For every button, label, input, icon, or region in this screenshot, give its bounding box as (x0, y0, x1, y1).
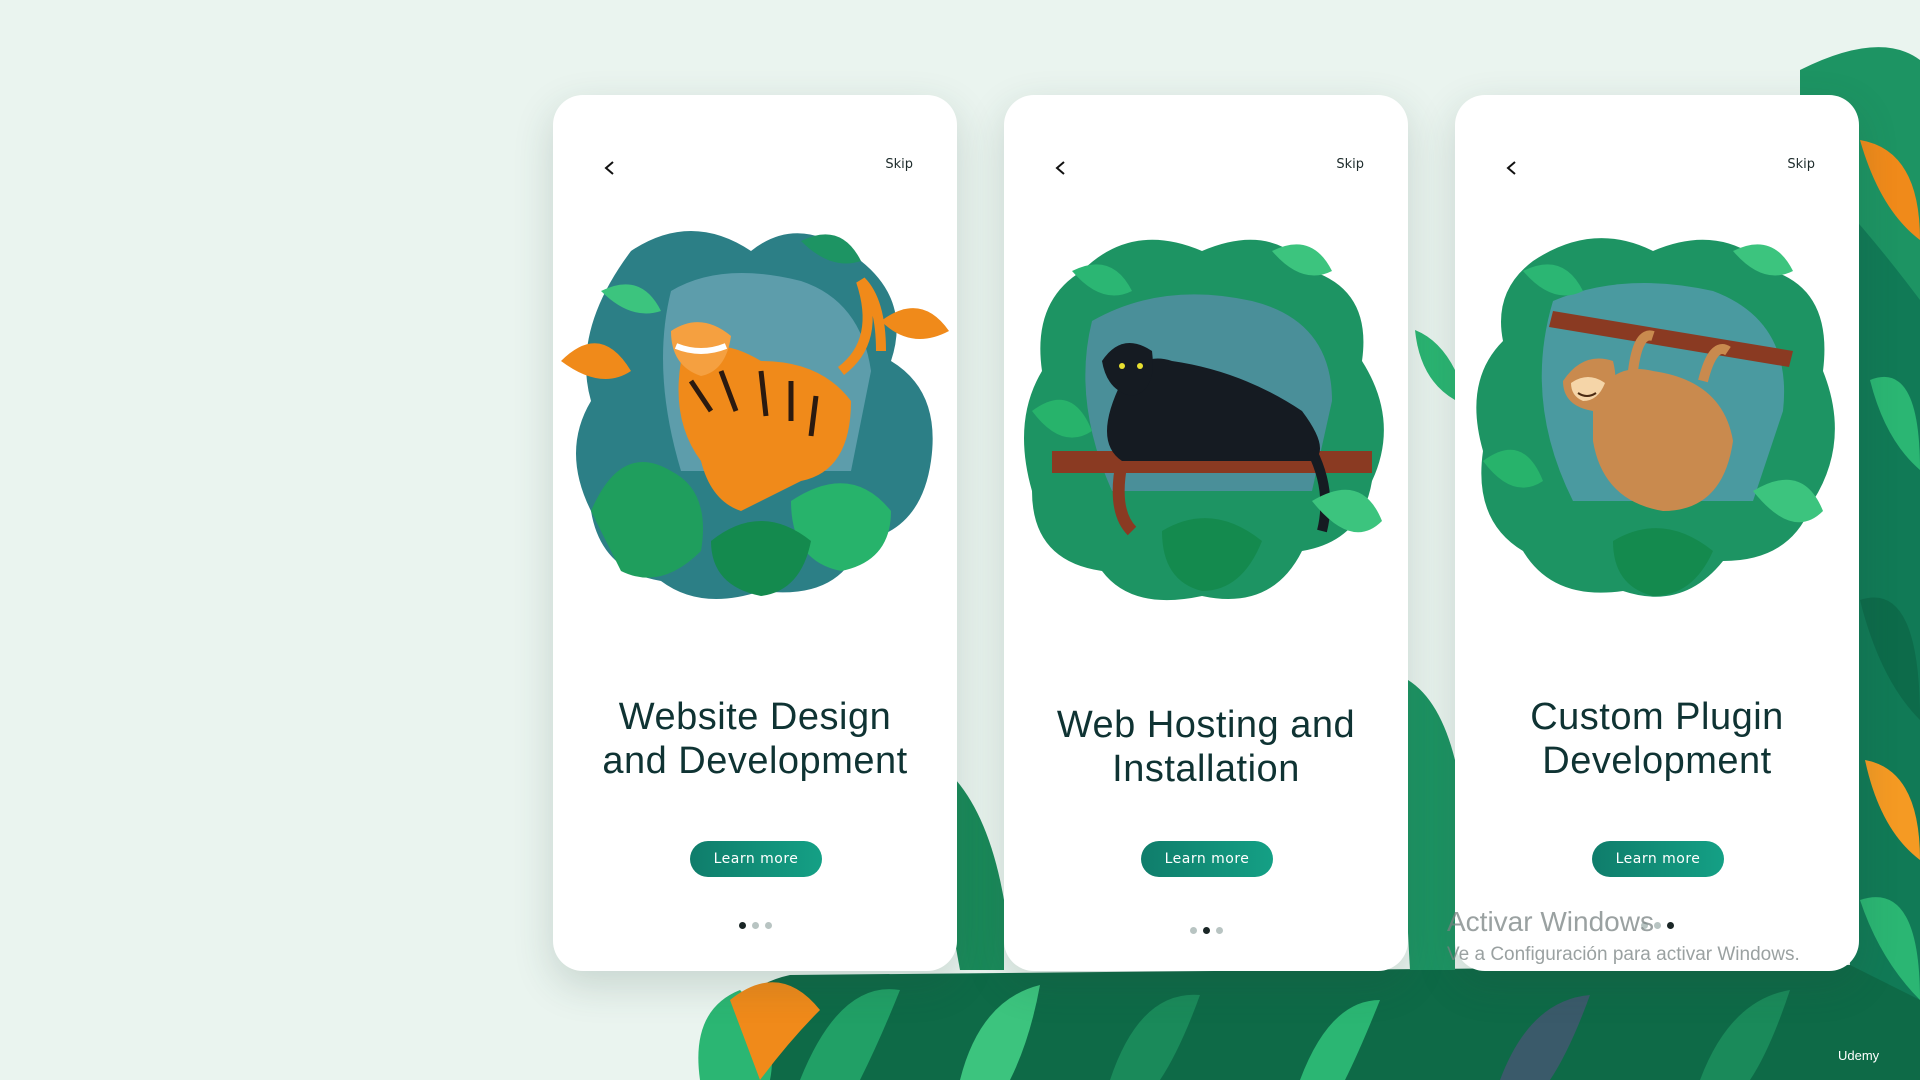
card-title-line-1: Custom Plugin (1530, 696, 1784, 738)
pagination-dot-2[interactable] (751, 922, 759, 929)
pagination-dots (1004, 927, 1408, 934)
back-button[interactable] (1495, 151, 1529, 185)
card-title: Custom Plugin Development (1475, 695, 1839, 783)
pagination-dot-1[interactable] (738, 922, 746, 929)
card-title-line-2: and Development (602, 740, 908, 782)
udemy-logo: Udemy (1838, 1048, 1880, 1063)
learn-more-button[interactable]: Learn more (1141, 841, 1273, 877)
pagination-dot-2[interactable] (1202, 927, 1210, 934)
pagination-dots (1455, 922, 1859, 929)
card-title: Web Hosting and Installation (1024, 703, 1388, 791)
learn-more-button[interactable]: Learn more (690, 841, 822, 877)
pagination-dot-3[interactable] (1215, 927, 1223, 934)
skip-button[interactable]: Skip (1787, 157, 1815, 172)
sloth-jungle-illustration (1476, 238, 1835, 597)
pagination-dots (553, 922, 957, 929)
panther-jungle-illustration (1024, 239, 1384, 601)
skip-button[interactable]: Skip (1336, 157, 1364, 172)
pagination-dot-3[interactable] (1666, 922, 1674, 929)
card-title-line-2: Development (1542, 740, 1772, 782)
pagination-dot-2[interactable] (1653, 922, 1661, 929)
chevron-left-icon (1506, 161, 1516, 175)
back-button[interactable] (593, 151, 627, 185)
onboarding-card-3: Skip Custom Plugin Development Learn mor… (1455, 95, 1859, 971)
card-title-line-1: Website Design (618, 696, 892, 738)
learn-more-button[interactable]: Learn more (1592, 841, 1724, 877)
card-title-line-1: Web Hosting and (1056, 704, 1356, 746)
card-title-line-2: Installation (1112, 748, 1300, 790)
bottom-jungle-foliage (698, 965, 1920, 1080)
chevron-left-icon (1055, 161, 1065, 175)
card-title: Website Design and Development (573, 695, 937, 783)
pagination-dot-1[interactable] (1189, 927, 1197, 934)
onboarding-card-2: Skip Web Hosting and Installation Learn … (1004, 95, 1408, 971)
pagination-dot-1[interactable] (1640, 922, 1648, 929)
tiger-jungle-illustration (561, 231, 949, 599)
back-button[interactable] (1044, 151, 1078, 185)
pagination-dot-3[interactable] (764, 922, 772, 929)
skip-button[interactable]: Skip (885, 157, 913, 172)
chevron-left-icon (604, 161, 614, 175)
onboarding-card-1: Skip Website Design and Development Lear… (553, 95, 957, 971)
